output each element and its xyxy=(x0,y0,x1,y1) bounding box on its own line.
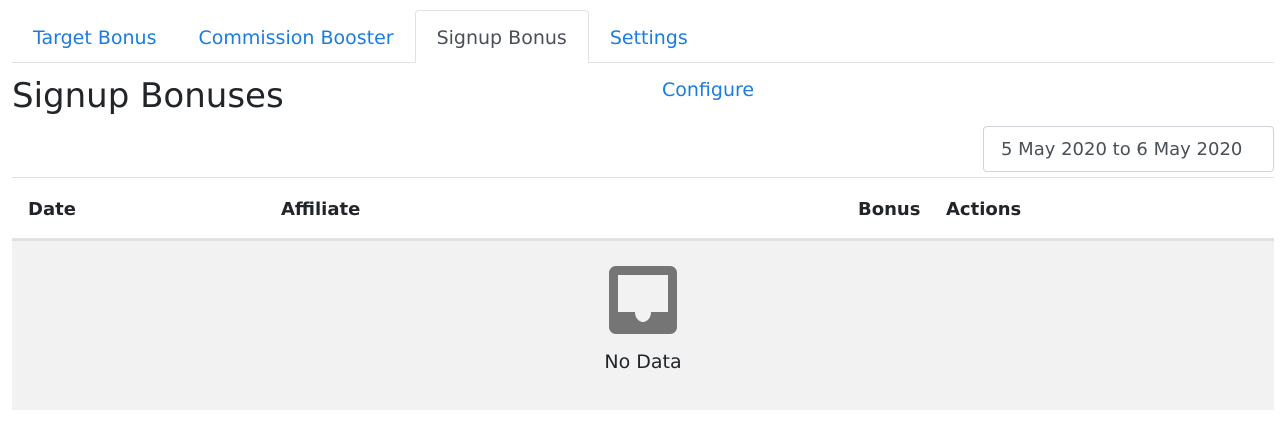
tab-bar: Target Bonus Commission Booster Signup B… xyxy=(12,10,1274,63)
inbox-icon xyxy=(609,266,677,334)
tab-target-bonus[interactable]: Target Bonus xyxy=(12,11,177,62)
column-header-bonus[interactable]: Bonus xyxy=(858,178,920,242)
column-header-affiliate[interactable]: Affiliate xyxy=(281,178,360,242)
page: Target Bonus Commission Booster Signup B… xyxy=(0,0,1285,422)
table-empty-state: No Data xyxy=(12,241,1274,410)
page-title: Signup Bonuses xyxy=(12,76,284,116)
table-header: Date Affiliate Bonus Actions xyxy=(12,177,1274,241)
column-header-date[interactable]: Date xyxy=(28,178,76,242)
tab-settings[interactable]: Settings xyxy=(589,11,709,62)
tab-commission-booster[interactable]: Commission Booster xyxy=(177,11,414,62)
empty-state-text: No Data xyxy=(604,351,682,373)
date-range-picker[interactable]: 5 May 2020 to 6 May 2020 xyxy=(983,126,1274,172)
column-header-actions: Actions xyxy=(946,199,1022,220)
configure-link[interactable]: Configure xyxy=(662,76,754,104)
tab-signup-bonus[interactable]: Signup Bonus xyxy=(414,10,589,63)
